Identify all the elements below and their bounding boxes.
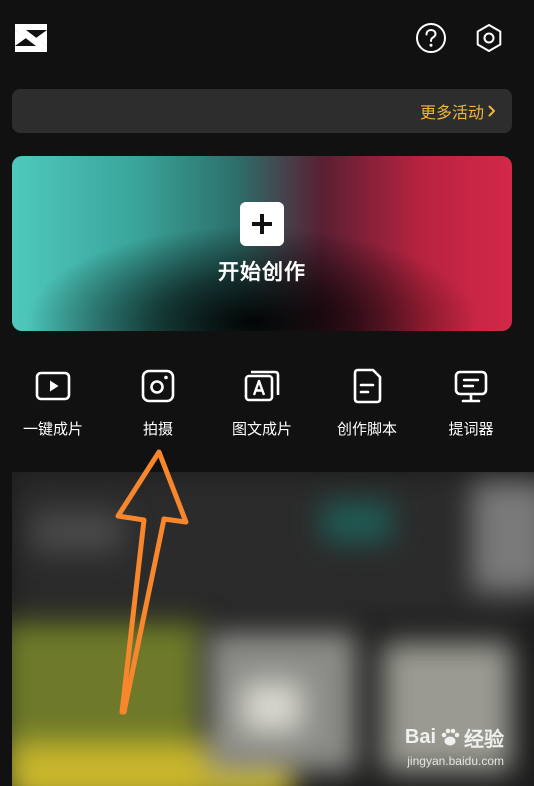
tool-shoot[interactable]: 拍摄 bbox=[108, 366, 208, 446]
app-screen: 更多活动 开始创作 一键成片 拍摄 图文成片 创作脚本 提词器 Bai 经验 j… bbox=[0, 0, 534, 786]
tool-teleprompter[interactable]: 提词器 bbox=[421, 366, 521, 446]
tool-creative-script[interactable]: 创作脚本 bbox=[317, 366, 417, 446]
top-bar bbox=[0, 0, 534, 80]
teleprompter-icon bbox=[454, 370, 488, 403]
baidu-logo-text-left: Bai bbox=[404, 725, 436, 748]
tool-label: 创作脚本 bbox=[336, 420, 397, 438]
tool-label: 一键成片 bbox=[22, 420, 83, 438]
baidu-watermark-url: jingyan.baidu.com bbox=[407, 754, 504, 768]
start-create-label: 开始创作 bbox=[218, 260, 306, 284]
text-image-icon bbox=[244, 370, 280, 402]
tool-one-click-video[interactable]: 一键成片 bbox=[3, 366, 103, 446]
feed-blur bbox=[322, 502, 392, 542]
paw-icon bbox=[441, 728, 460, 746]
tool-text-to-video[interactable]: 图文成片 bbox=[212, 366, 312, 446]
baidu-logo: Bai 经验 bbox=[405, 722, 504, 752]
settings-icon[interactable] bbox=[473, 22, 505, 54]
tool-label: 拍摄 bbox=[142, 420, 173, 438]
orange-arrow-annotation bbox=[115, 449, 189, 715]
start-create-button[interactable]: 开始创作 bbox=[12, 156, 512, 331]
tool-label: 图文成片 bbox=[231, 420, 292, 438]
baidu-logo-text-right: 经验 bbox=[464, 728, 504, 751]
tool-label: 提词器 bbox=[448, 420, 494, 438]
activity-banner[interactable]: 更多活动 bbox=[12, 89, 512, 133]
script-icon bbox=[353, 368, 382, 404]
play-icon bbox=[35, 371, 71, 401]
feed-blur bbox=[242, 682, 302, 732]
plus-icon bbox=[240, 202, 284, 246]
more-activities-link[interactable]: 更多活动 bbox=[420, 89, 496, 133]
help-icon[interactable] bbox=[415, 22, 447, 54]
chevron-right-icon bbox=[488, 105, 495, 117]
camera-icon bbox=[141, 369, 175, 403]
more-activities-label: 更多活动 bbox=[419, 103, 484, 122]
capcut-logo-icon bbox=[15, 24, 47, 52]
feed-blur bbox=[472, 482, 534, 592]
baidu-watermark: Bai 经验 jingyan.baidu.com bbox=[374, 722, 504, 772]
